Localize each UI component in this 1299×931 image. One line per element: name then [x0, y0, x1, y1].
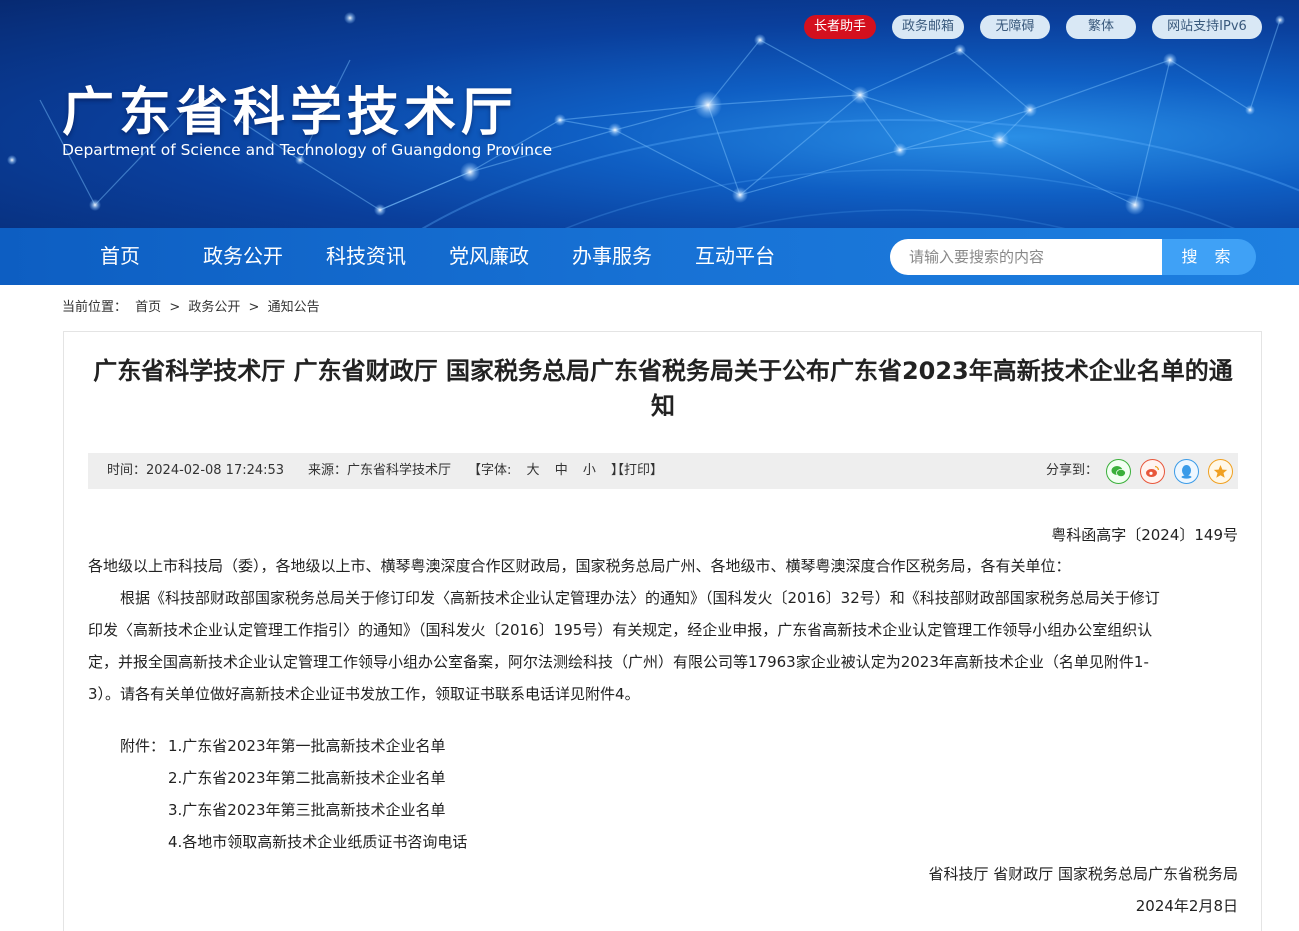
breadcrumb-separator: > [248, 300, 260, 315]
nav-party-integrity[interactable]: 党风廉政 [449, 228, 529, 285]
article-source: 来源：广东省科学技术厅 [308, 463, 452, 478]
traditional-chinese-link[interactable]: 繁体 [1066, 15, 1136, 39]
article-container: 广东省科学技术厅 广东省财政厅 国家税务总局广东省税务局关于公布广东省2023年… [63, 331, 1262, 931]
paragraph-line: 定，并报全国高新技术企业认定管理工作领导小组办公室备案，阿尔法测绘科技（广州）有… [88, 653, 1149, 671]
site-banner: 长者助手 政务邮箱 无障碍 繁体 网站支持IPv6 广东省科学技术厅 Depar… [0, 0, 1299, 228]
document-number: 粤科函高字〔2024〕149号 [1051, 526, 1238, 544]
search-input[interactable]: 请输入要搜索的内容 [890, 239, 1164, 275]
breadcrumb: 当前位置： 首页 > 政务公开 > 通知公告 [62, 296, 324, 315]
share-label: 分享到： [1046, 463, 1099, 478]
print-button[interactable]: 【打印】 [611, 453, 663, 489]
attachment-link-2[interactable]: 2.广东省2023年第二批高新技术企业名单 [168, 762, 446, 794]
site-title[interactable]: 广东省科学技术厅 [62, 70, 518, 145]
paragraph-line: 3）。请各有关单位做好高新技术企业证书发放工作，领取证书联系电话详见附件4。 [88, 685, 640, 703]
qq-share-icon[interactable] [1174, 459, 1199, 484]
breadcrumb-separator: > [169, 300, 181, 315]
nav-interaction[interactable]: 互动平台 [695, 228, 775, 285]
favorite-star-icon[interactable] [1208, 459, 1233, 484]
breadcrumb-notices[interactable]: 通知公告 [268, 300, 320, 315]
font-size-medium[interactable]: 中 [555, 463, 568, 478]
nav-sci-tech-news[interactable]: 科技资讯 [326, 228, 406, 285]
attachment-link-4[interactable]: 4.各地市领取高新技术企业纸质证书咨询电话 [168, 826, 467, 858]
gov-mail-link[interactable]: 政务邮箱 [891, 15, 964, 39]
nav-services[interactable]: 办事服务 [572, 228, 652, 285]
paragraph-line: 印发〈高新技术企业认定管理工作指引〉的通知》（国科发火〔2016〕195号）有关… [88, 621, 1153, 639]
breadcrumb-gov-affairs[interactable]: 政务公开 [188, 300, 240, 315]
search-button[interactable]: 搜 索 [1162, 239, 1256, 275]
article-meta-bar: 时间：2024-02-08 17:24:53 来源：广东省科学技术厅 【字体: … [88, 453, 1238, 489]
breadcrumb-home[interactable]: 首页 [135, 300, 161, 315]
salutation: 各地级以上市科技局（委），各地级以上市、横琴粤澳深度合作区财政局，国家税务总局广… [88, 557, 1071, 575]
accessibility-link[interactable]: 无障碍 [980, 15, 1050, 39]
publish-time: 时间：2024-02-08 17:24:53 [107, 463, 285, 478]
font-size-small[interactable]: 小 [583, 463, 596, 478]
ipv6-support-link[interactable]: 网站支持IPv6 [1152, 15, 1262, 39]
elder-assistant-link[interactable]: 长者助手 [803, 15, 876, 39]
font-size-large[interactable]: 大 [527, 463, 540, 478]
main-navigation: 首页 政务公开 科技资讯 党风廉政 办事服务 互动平台 请输入要搜索的内容 搜 … [0, 228, 1299, 285]
attachments-label: 附件： [120, 737, 166, 755]
font-size-control: 【字体: 大 中 小 】 [468, 453, 635, 489]
nav-gov-affairs[interactable]: 政务公开 [203, 228, 283, 285]
issuer-signature: 省科技厅 省财政厅 国家税务总局广东省税务局 [928, 865, 1238, 883]
font-size-label: 【字体: [468, 463, 512, 478]
top-links-bar: 长者助手 政务邮箱 无障碍 繁体 网站支持IPv6 [803, 15, 1262, 39]
article-title: 广东省科学技术厅 广东省财政厅 国家税务总局广东省税务局关于公布广东省2023年… [93, 357, 1233, 420]
site-subtitle: Department of Science and Technology of … [62, 141, 553, 159]
wechat-share-icon[interactable] [1106, 459, 1131, 484]
paragraph-line: 根据《科技部财政部国家税务总局关于修订印发〈高新技术企业认定管理办法〉的通知》（… [120, 589, 1160, 607]
attachment-link-1[interactable]: 1.广东省2023年第一批高新技术企业名单 [168, 730, 446, 762]
breadcrumb-label: 当前位置： [62, 300, 128, 315]
weibo-share-icon[interactable] [1140, 459, 1165, 484]
attachment-link-3[interactable]: 3.广东省2023年第三批高新技术企业名单 [168, 794, 446, 826]
issue-date: 2024年2月8日 [1135, 897, 1238, 915]
nav-home[interactable]: 首页 [100, 228, 140, 285]
